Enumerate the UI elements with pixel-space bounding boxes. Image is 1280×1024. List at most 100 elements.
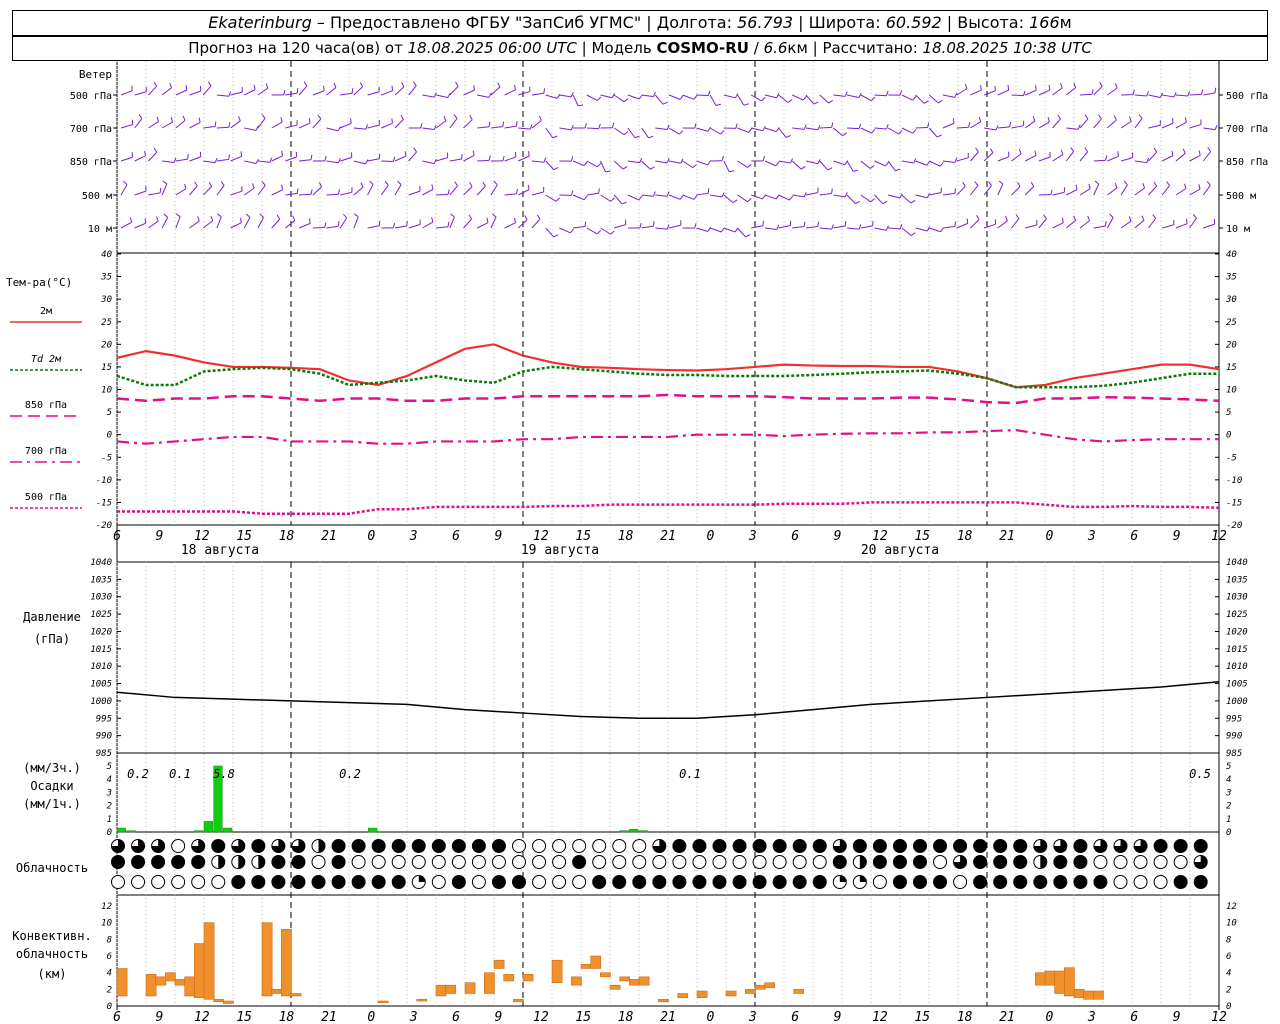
wind-barb [148, 85, 158, 96]
conv-cloud-bar [629, 979, 640, 986]
wind-barb-flag [1017, 181, 1021, 187]
precip-bar [203, 821, 213, 833]
wind-barb [408, 151, 417, 162]
wind-barb-flag [245, 213, 251, 218]
conv-cloud-bar [764, 982, 776, 988]
wind-barb-flag [1192, 214, 1197, 219]
hour-tick-label: 12 [872, 1010, 888, 1024]
cloud-symbol [351, 855, 366, 869]
conv-cloud-bar [1083, 990, 1095, 1000]
pressure-ytick-label: 1025 [1226, 610, 1248, 620]
wind-barb-flag [253, 84, 256, 90]
wind-barb [394, 184, 402, 196]
wind-barb-flag [397, 180, 402, 186]
wind-barb-flag [870, 198, 875, 203]
cloud-symbol [1133, 855, 1148, 869]
wind-barb [696, 127, 709, 132]
wind-barb [929, 160, 941, 167]
pressure-line [116, 681, 1220, 720]
wind-barb-flag [543, 157, 547, 163]
wind-barb-flag [360, 182, 364, 188]
wind-barb [367, 91, 380, 96]
cloud-symbol [592, 875, 607, 889]
cloud-symbol [993, 875, 1008, 889]
wind-barb-flag [748, 128, 753, 133]
cloud-symbol [572, 875, 587, 889]
wind-barb [709, 94, 717, 106]
wind-barb-flag [296, 188, 299, 194]
wind-barb-flag [491, 213, 497, 218]
conv-cloud-bar [619, 976, 631, 982]
wind-barb [929, 227, 941, 233]
wind-barb [792, 127, 805, 130]
cloud-symbol [692, 855, 707, 869]
hour-tick-label: 18 [279, 1010, 295, 1024]
wind-barb-flag [990, 148, 994, 154]
wind-barb-flag [954, 157, 958, 163]
wind-barb [504, 156, 517, 162]
wind-barb-flag [433, 124, 437, 130]
wind-barb [1134, 160, 1147, 164]
wind-barb [1148, 151, 1158, 162]
wind-barb-flag [420, 123, 423, 129]
wind-barb-flag [693, 95, 698, 100]
wind-barb [559, 127, 572, 131]
wind-barb [298, 85, 308, 96]
hour-tick-label: 9 [1173, 529, 1181, 544]
conv-cloud-bar [261, 922, 273, 997]
wind-barb-flag [871, 128, 876, 134]
wind-barb [545, 194, 557, 202]
cloud-symbol-fill [839, 875, 847, 882]
wind-barb [1038, 89, 1051, 96]
wind-barb [161, 121, 173, 129]
wind-barb-flag [1105, 221, 1107, 227]
precip-bar [638, 830, 648, 833]
hour-tick-label: 9 [155, 1010, 163, 1024]
wind-barb [189, 156, 201, 162]
wind-barb-flag [622, 166, 628, 170]
wind-barb-flag [747, 163, 752, 168]
cloud-symbol [1053, 855, 1068, 869]
wind-barb [312, 118, 322, 129]
wind-barb-flag [785, 134, 791, 138]
conv-cloud-bar [1044, 970, 1056, 986]
cloud-symbol [231, 875, 246, 889]
wind-barb-flag [1142, 183, 1146, 189]
wind-barb-flag [129, 217, 133, 223]
wind-barb [901, 227, 912, 236]
wind-barb [1065, 220, 1076, 229]
wind-barb-flag [1128, 216, 1132, 222]
conv-cloud-bar [493, 959, 505, 969]
wind-barb [887, 160, 896, 172]
wind-barb-flag [175, 213, 181, 218]
cloud-symbol [1193, 875, 1208, 889]
wind-barb-flag [309, 218, 311, 224]
wind-barb-flag [454, 181, 458, 187]
wind-barb [1093, 118, 1102, 129]
wind-barb-flag [162, 180, 168, 185]
wind-barb [764, 127, 777, 133]
wind-barb [203, 125, 216, 129]
conv-ytick-label: 0 [107, 1002, 112, 1012]
hour-tick-label: 9 [834, 529, 842, 544]
wind-barb [298, 122, 311, 129]
wind-barb-flag [228, 122, 231, 128]
wind-barb [504, 222, 516, 229]
cloud-symbol [451, 855, 466, 869]
wind-barb-flag [1114, 83, 1118, 89]
wind-barb [997, 126, 1010, 129]
conv-ytick-label: 0 [1226, 1002, 1231, 1012]
temp-ytick-label: 30 [1225, 295, 1237, 305]
wind-barb [984, 127, 997, 131]
wind-barb-flag [978, 116, 982, 122]
wind-barb [778, 194, 790, 201]
conv-ytick-label: 6 [107, 952, 112, 962]
conv-cloud-bar [203, 922, 215, 1000]
wind-barb [915, 227, 928, 232]
cloud-symbol [632, 855, 647, 869]
wind-barb-flag [276, 214, 281, 220]
wind-barb-flag [803, 192, 807, 198]
cloud-symbol [612, 855, 627, 869]
pressure-title: Давление [23, 610, 81, 624]
cloud-symbol [311, 855, 326, 869]
